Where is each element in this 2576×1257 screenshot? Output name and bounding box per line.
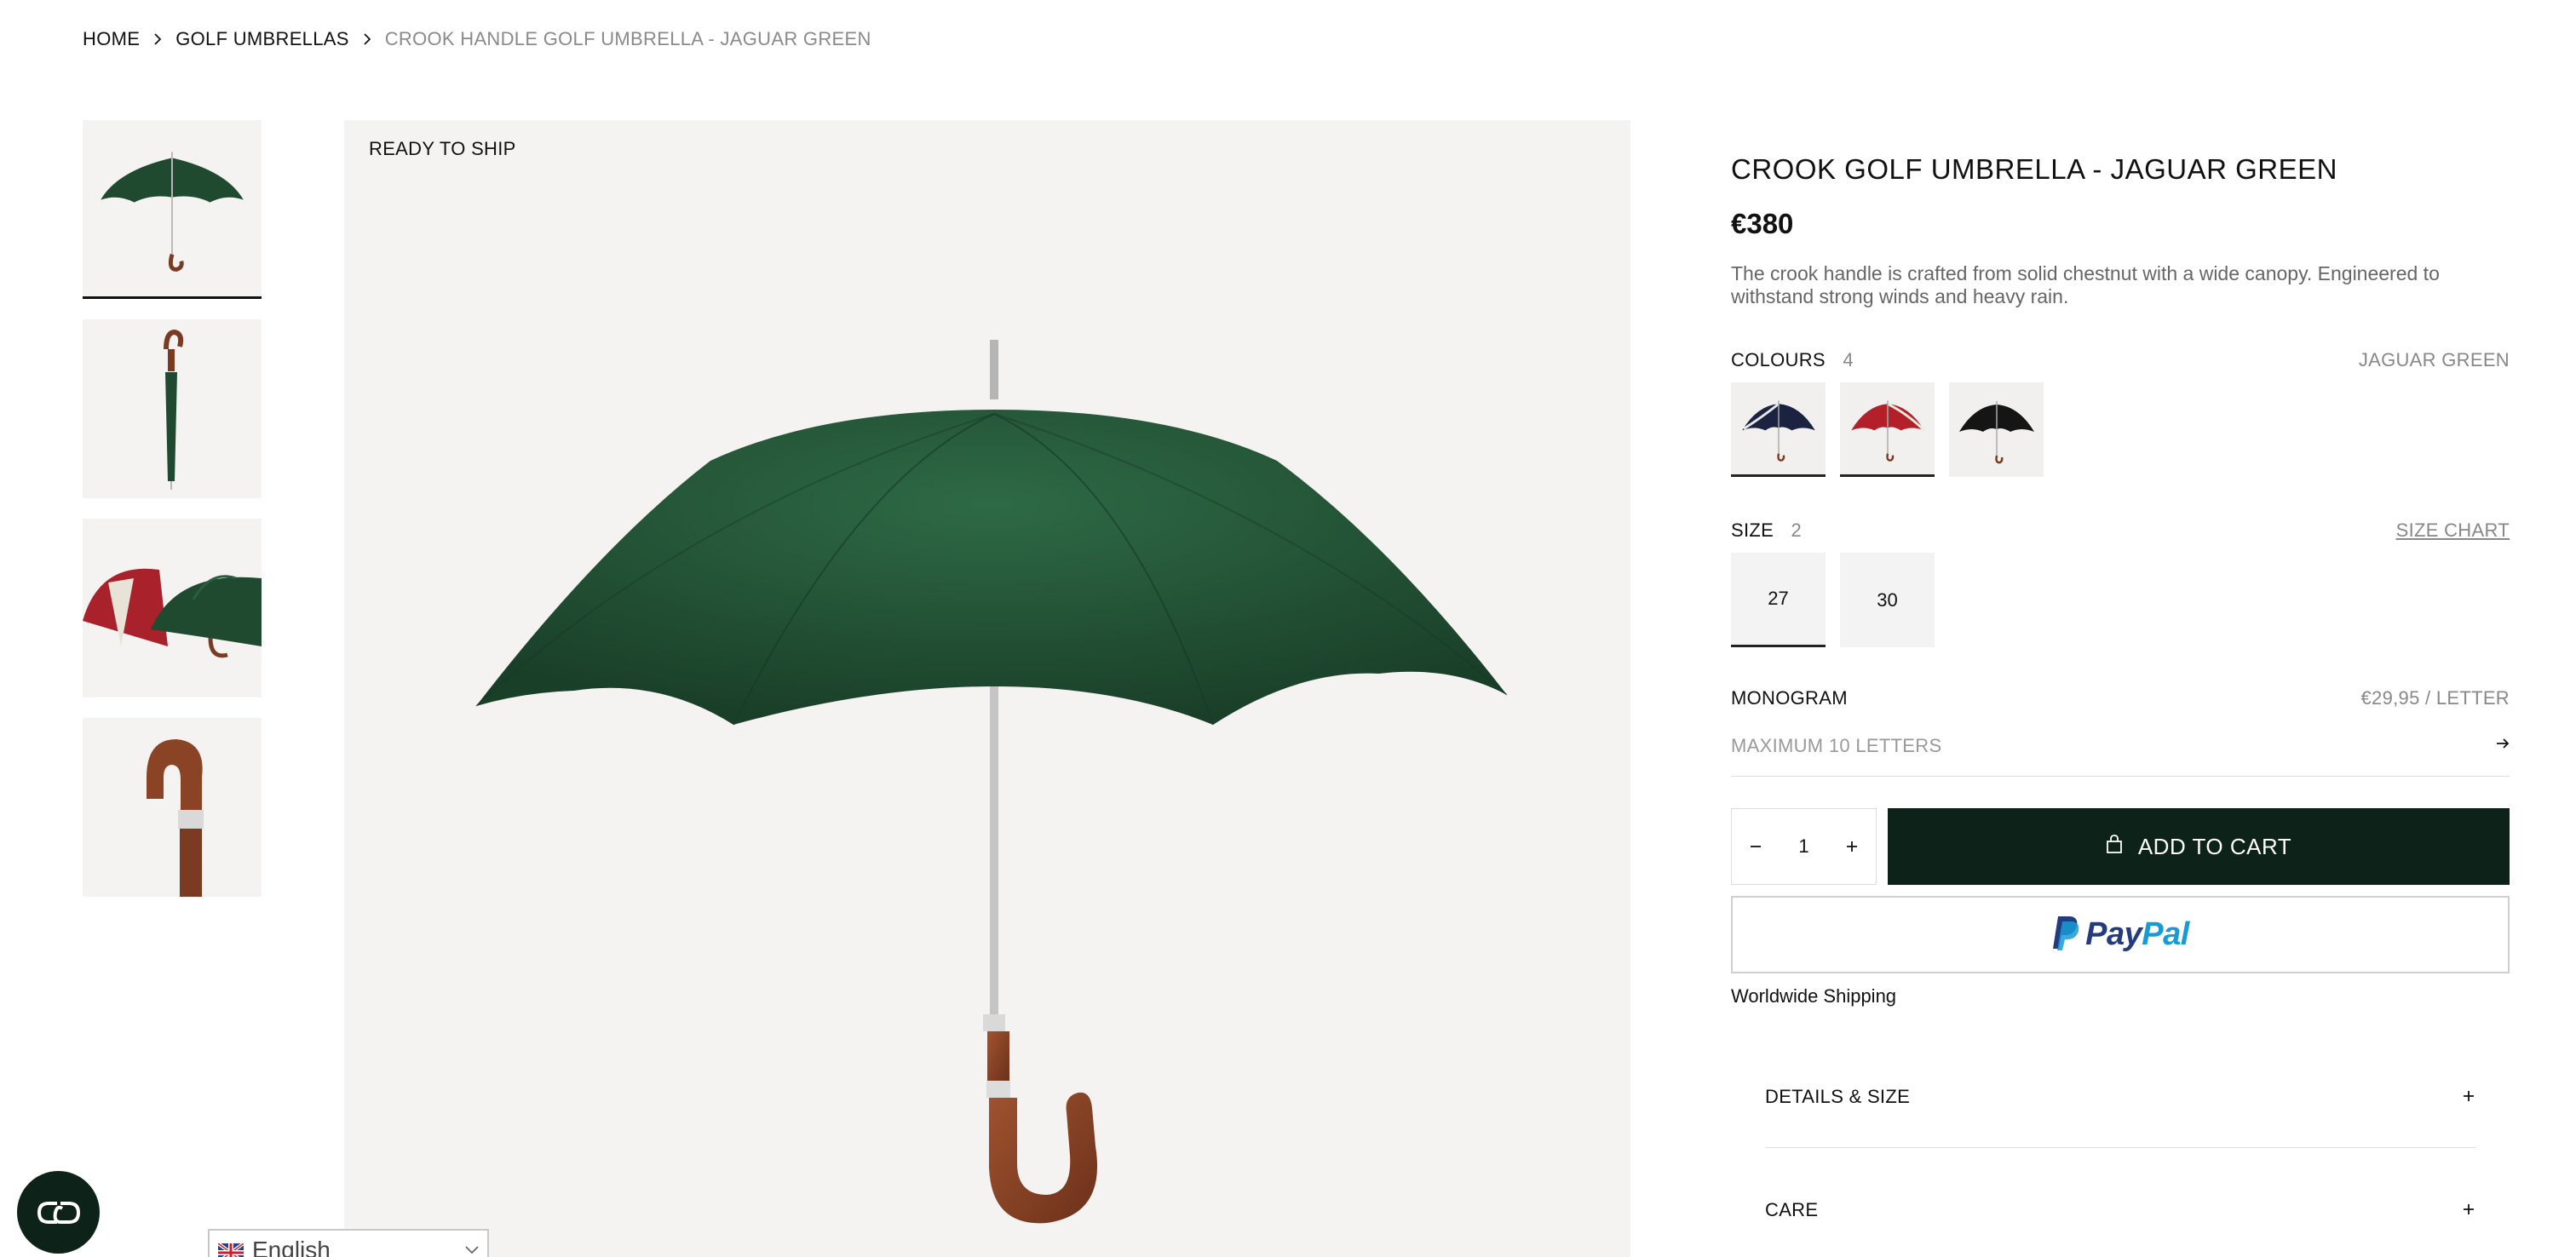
colours-label: COLOURS (1731, 349, 1826, 370)
paypal-pay-text: Pay (2085, 916, 2142, 952)
umbrella-illustration (475, 340, 1508, 1224)
navy-umbrella-image (1742, 400, 1815, 462)
language-label: English (252, 1236, 331, 1257)
accordion-details-size-label: DETAILS & SIZE (1765, 1085, 1911, 1107)
uk-flag-icon (216, 1241, 245, 1257)
thumbnail-closed-umbrella[interactable] (83, 319, 262, 498)
worldwide-shipping-note: Worldwide Shipping (1731, 985, 1897, 1007)
language-selector[interactable]: English (208, 1229, 489, 1257)
main-product-image[interactable]: READY TO SHIP (344, 120, 1630, 1257)
plus-icon[interactable] (1839, 834, 1865, 859)
paypal-pal-text: Pal (2142, 916, 2189, 952)
accordion-care[interactable]: CARE (1765, 1187, 2475, 1232)
size-label: SIZE (1731, 519, 1774, 541)
colour-selector: COLOURS 4 JAGUAR GREEN (1731, 349, 2510, 477)
add-to-cart-label: ADD TO CART (2137, 833, 2292, 859)
black-umbrella-image (1959, 401, 2034, 464)
size-count: 2 (1791, 519, 1803, 541)
quantity-stepper: 1 (1731, 808, 1877, 885)
chevron-down-icon (465, 1245, 479, 1254)
accordion-divider (1765, 1147, 2475, 1148)
size-option-30[interactable]: 30 (1840, 553, 1935, 647)
red-umbrella-image (1851, 400, 1925, 462)
colour-swatches (1731, 382, 2510, 477)
product-description: The crook handle is crafted from solid c… (1731, 262, 2440, 307)
size-option-27[interactable]: 27 (1731, 553, 1826, 647)
size-header: SIZE 2 SIZE CHART (1731, 519, 2510, 542)
product-title: CROOK GOLF UMBRELLA - JAGUAR GREEN (1731, 153, 2337, 185)
open-umbrella-image (101, 152, 244, 272)
quantity-value[interactable]: 1 (1791, 834, 1816, 859)
accordion-details-size[interactable]: DETAILS & SIZE (1765, 1074, 2475, 1119)
monogram-section: MONOGRAM €29,95 / LETTER (1731, 687, 2510, 777)
add-to-cart-button[interactable]: ADD TO CART (1888, 808, 2510, 885)
size-chart-link[interactable]: SIZE CHART (2396, 519, 2510, 542)
monogram-price: €29,95 / LETTER (2360, 687, 2510, 709)
accordion-care-label: CARE (1765, 1198, 1819, 1220)
product-info: CROOK GOLF UMBRELLA - JAGUAR GREEN €380 … (1731, 153, 2510, 1232)
product-price: €380 (1731, 208, 1794, 239)
monogram-label: MONOGRAM (1731, 687, 1848, 709)
chat-widget-button[interactable] (17, 1171, 100, 1254)
closed-umbrella-image (164, 329, 184, 490)
selected-colour-name: JAGUAR GREEN (2358, 349, 2510, 370)
chat-icon (37, 1201, 80, 1224)
cart-row: 1 ADD TO CART (1731, 808, 2510, 885)
arrow-right-icon[interactable] (2496, 738, 2510, 754)
product-accordion: DETAILS & SIZE CARE (1765, 1074, 2475, 1232)
thumbnail-list (83, 120, 262, 917)
colour-header: COLOURS 4 JAGUAR GREEN (1731, 349, 2510, 371)
monogram-input[interactable] (1731, 734, 2412, 757)
swatch-navy[interactable] (1731, 382, 1826, 477)
plus-icon (2462, 1199, 2475, 1221)
thumbnail-open-umbrella[interactable] (83, 120, 262, 299)
size-selector: SIZE 2 SIZE CHART 27 30 (1731, 519, 2510, 647)
size-options: 27 30 (1731, 553, 2510, 647)
breadcrumb-home[interactable]: HOME (83, 28, 140, 50)
breadcrumb: HOME GOLF UMBRELLAS CROOK HANDLE GOLF UM… (83, 28, 871, 50)
minus-icon[interactable] (1743, 834, 1768, 859)
chevron-right-icon (363, 33, 371, 45)
product-page: HOME GOLF UMBRELLAS CROOK HANDLE GOLF UM… (0, 0, 2576, 1257)
colours-count: 4 (1843, 349, 1854, 370)
breadcrumb-current: CROOK HANDLE GOLF UMBRELLA - JAGUAR GREE… (384, 28, 871, 49)
paypal-logo-icon (2051, 915, 2080, 955)
swatch-red[interactable] (1840, 382, 1935, 477)
handle-detail-image (147, 739, 204, 897)
swatch-black[interactable] (1949, 382, 2044, 477)
chevron-right-icon (153, 33, 162, 45)
paypal-button[interactable]: PayPal (1731, 896, 2510, 973)
monogram-field (1731, 715, 2510, 777)
thumbnail-umbrellas-pair[interactable] (83, 519, 262, 697)
thumbnail-handle-detail[interactable] (83, 718, 262, 897)
breadcrumb-golf-umbrellas[interactable]: GOLF UMBRELLAS (175, 28, 348, 50)
shopping-bag-icon (2106, 834, 2123, 860)
plus-icon (2462, 1086, 2475, 1108)
paypal-wordmark: PayPal (2085, 916, 2189, 953)
monogram-header: MONOGRAM €29,95 / LETTER (1731, 687, 2510, 709)
umbrellas-pair-image (83, 568, 262, 658)
